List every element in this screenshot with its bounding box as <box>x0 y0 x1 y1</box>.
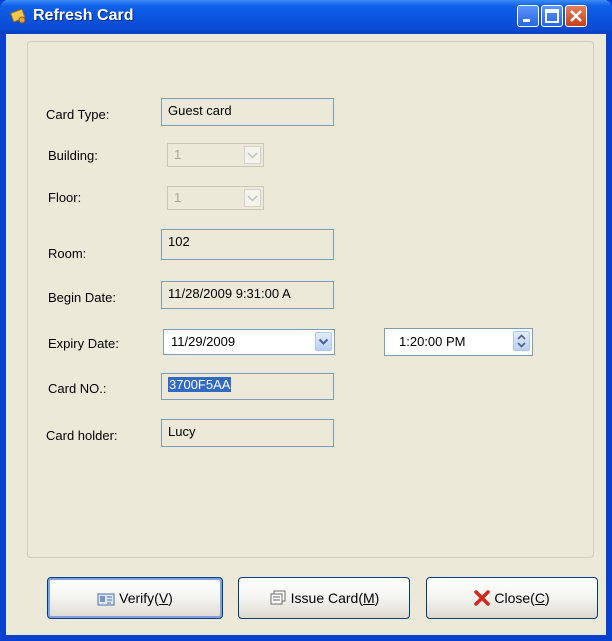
card-type-label: Card Type: <box>46 107 110 122</box>
card-no-field[interactable]: 3700F5AA <box>161 373 334 400</box>
id-card-icon <box>97 593 115 606</box>
close-hotkey: C <box>534 590 545 606</box>
building-value: 1 <box>174 147 182 162</box>
minimize-button[interactable] <box>517 5 539 27</box>
expiry-date-value: 11/29/2009 <box>171 334 236 349</box>
card-key-icon <box>10 9 26 24</box>
issue-card-label: Issue Card( <box>290 590 363 606</box>
minimize-icon <box>523 19 530 22</box>
copy-cards-icon <box>270 590 286 605</box>
building-combobox[interactable]: 1 <box>167 143 264 167</box>
card-no-label: Card NO.: <box>48 381 107 396</box>
verify-label: Verify( <box>119 590 159 606</box>
issue-card-hotkey: M <box>363 590 375 606</box>
red-x-icon <box>474 590 491 606</box>
title-bar[interactable]: Refresh Card <box>0 0 612 34</box>
begin-date-field: 11/28/2009 9:31:00 A <box>161 281 334 309</box>
expiry-date-label: Expiry Date: <box>48 336 119 351</box>
card-holder-label: Card holder: <box>46 428 118 443</box>
begin-date-label: Begin Date: <box>48 290 116 305</box>
spin-updown-icon[interactable] <box>513 331 530 351</box>
floor-label: Floor: <box>48 190 82 205</box>
card-type-field: Guest card <box>161 98 334 126</box>
chevron-down-icon[interactable] <box>244 189 261 207</box>
expiry-time-value: 1:20:00 PM <box>399 334 466 349</box>
chevron-down-icon[interactable] <box>244 146 261 164</box>
room-field: 102 <box>161 229 334 260</box>
close-label-end: ) <box>544 590 550 606</box>
floor-value: 1 <box>174 190 182 205</box>
floor-combobox[interactable]: 1 <box>167 186 264 210</box>
close-icon <box>570 10 582 22</box>
window-title: Refresh Card <box>33 7 134 24</box>
chevron-down-icon[interactable] <box>315 332 332 351</box>
refresh-card-dialog: Refresh Card Card Type: Guest card Build… <box>0 0 612 641</box>
maximize-icon <box>545 9 559 23</box>
expiry-time-picker[interactable]: 1:20:00 PM <box>384 328 533 356</box>
room-label: Room: <box>48 246 87 261</box>
close-button[interactable]: Close(C) <box>426 577 598 619</box>
verify-button[interactable]: Verify(V) <box>47 577 223 619</box>
maximize-button[interactable] <box>541 5 563 27</box>
building-label: Building: <box>48 148 98 163</box>
card-no-value: 3700F5AA <box>168 377 232 392</box>
expiry-date-picker[interactable]: 11/29/2009 <box>163 329 335 355</box>
verify-label-end: ) <box>168 590 173 606</box>
issue-card-button[interactable]: Issue Card(M) <box>238 577 410 619</box>
close-window-button[interactable] <box>565 5 587 27</box>
card-holder-field: Lucy <box>161 419 334 447</box>
verify-hotkey: V <box>158 590 169 606</box>
issue-card-label-end: ) <box>374 590 380 606</box>
close-label: Close( <box>494 590 535 606</box>
